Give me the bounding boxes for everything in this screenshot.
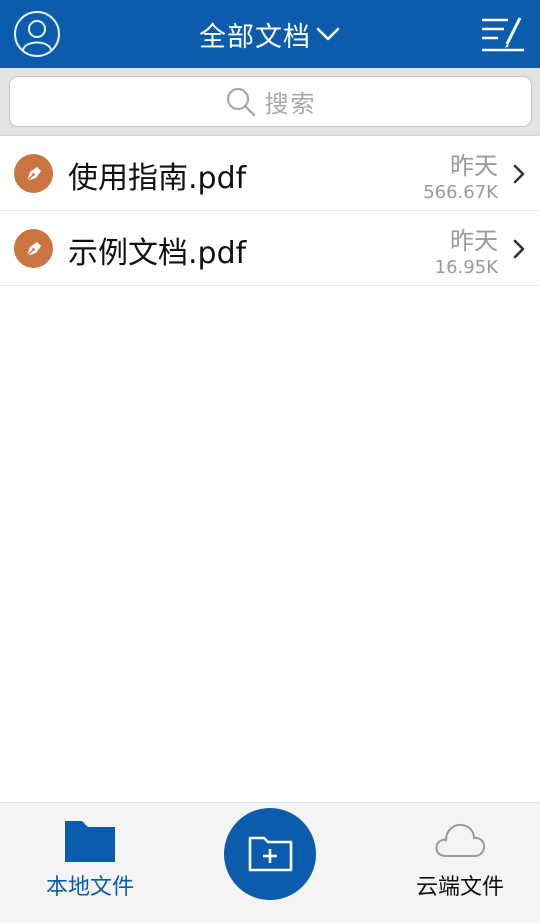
new-folder-button[interactable] [224,808,316,900]
file-size: 566.67K [423,182,498,203]
file-size: 16.95K [434,257,498,278]
search-icon [226,87,255,116]
file-date: 昨天 [450,227,498,255]
chevron-right-icon [513,164,525,184]
cloud-icon [435,823,486,857]
search-bar: 搜索 [0,68,540,136]
top-app-bar: 全部文档 [0,0,540,68]
chevron-down-icon [316,27,340,41]
tab-local-files[interactable]: 本地文件 [10,803,170,923]
file-name: 示例文档.pdf [68,236,247,271]
file-row-0[interactable]: 使用指南.pdf 昨天 566.67K [0,136,540,211]
tab-local-label: 本地文件 [45,875,134,900]
search-placeholder: 搜索 [264,90,317,118]
folder-icon [65,821,115,862]
search-input[interactable]: 搜索 [9,76,532,127]
file-name: 使用指南.pdf [68,161,247,196]
page-title: 全部文档 [199,21,311,53]
edit-button[interactable] [480,14,526,54]
title-dropdown[interactable]: 全部文档 [0,0,540,68]
file-list: 使用指南.pdf 昨天 566.67K 示例文档.pdf 昨天 16.95K [0,136,540,286]
file-date: 昨天 [450,152,498,180]
new-folder-icon [248,836,293,872]
tab-cloud-files[interactable]: 云端文件 [380,803,540,923]
pen-nib-icon [14,154,53,193]
tab-cloud-label: 云端文件 [415,875,504,900]
edit-list-icon [482,17,524,52]
chevron-right-icon [513,239,525,259]
file-row-1[interactable]: 示例文档.pdf 昨天 16.95K [0,211,540,286]
pen-nib-icon [14,229,53,268]
